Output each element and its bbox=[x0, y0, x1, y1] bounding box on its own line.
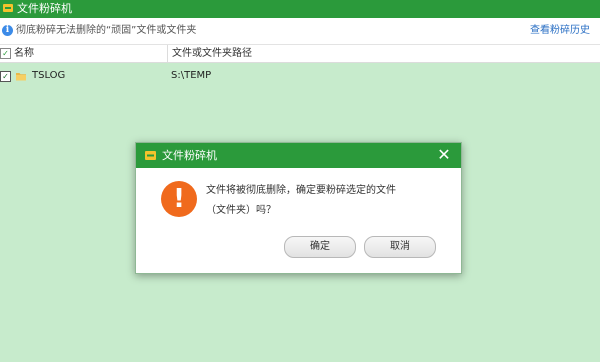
close-icon[interactable]: ✕ bbox=[435, 146, 453, 164]
shredder-icon bbox=[145, 151, 156, 160]
table-header: ✓ 名称 文件或文件夹路径 bbox=[0, 45, 600, 63]
ok-button[interactable]: 确定 bbox=[284, 236, 356, 258]
dialog-message-line2: （文件夹）吗？ bbox=[206, 205, 276, 216]
info-text: 彻底粉碎无法删除的“顽固”文件或文件夹 bbox=[16, 25, 197, 36]
dialog-message-line1: 文件将被彻底删除，确定要粉碎选定的文件 bbox=[206, 185, 396, 196]
warning-icon: ! bbox=[161, 181, 197, 217]
row-checkbox[interactable]: ✓ bbox=[0, 71, 11, 82]
select-all-checkbox[interactable]: ✓ bbox=[0, 48, 11, 59]
column-header-path[interactable]: 文件或文件夹路径 bbox=[172, 47, 252, 60]
row-name: TSLOG bbox=[32, 70, 66, 81]
info-bar: i 彻底粉碎无法删除的“顽固”文件或文件夹 查看粉碎历史 bbox=[0, 18, 600, 45]
dialog-title: 文件粉碎机 bbox=[162, 149, 217, 162]
column-divider[interactable] bbox=[167, 45, 168, 62]
shredder-icon bbox=[3, 4, 13, 12]
table-row[interactable]: ✓ TSLOG S:\TEMP bbox=[0, 66, 600, 86]
folder-icon bbox=[16, 73, 26, 81]
window-title: 文件粉碎机 bbox=[17, 2, 72, 15]
column-header-name[interactable]: 名称 bbox=[14, 47, 34, 60]
info-icon: i bbox=[2, 25, 13, 36]
shred-history-link[interactable]: 查看粉碎历史 bbox=[530, 24, 590, 38]
cancel-button[interactable]: 取消 bbox=[364, 236, 436, 258]
window-titlebar: 文件粉碎机 bbox=[0, 0, 600, 18]
row-path: S:\TEMP bbox=[171, 70, 212, 81]
confirm-dialog: 文件粉碎机 ✕ ! 文件将被彻底删除，确定要粉碎选定的文件 （文件夹）吗？ 确定… bbox=[135, 142, 462, 274]
dialog-titlebar[interactable]: 文件粉碎机 ✕ bbox=[136, 143, 461, 168]
